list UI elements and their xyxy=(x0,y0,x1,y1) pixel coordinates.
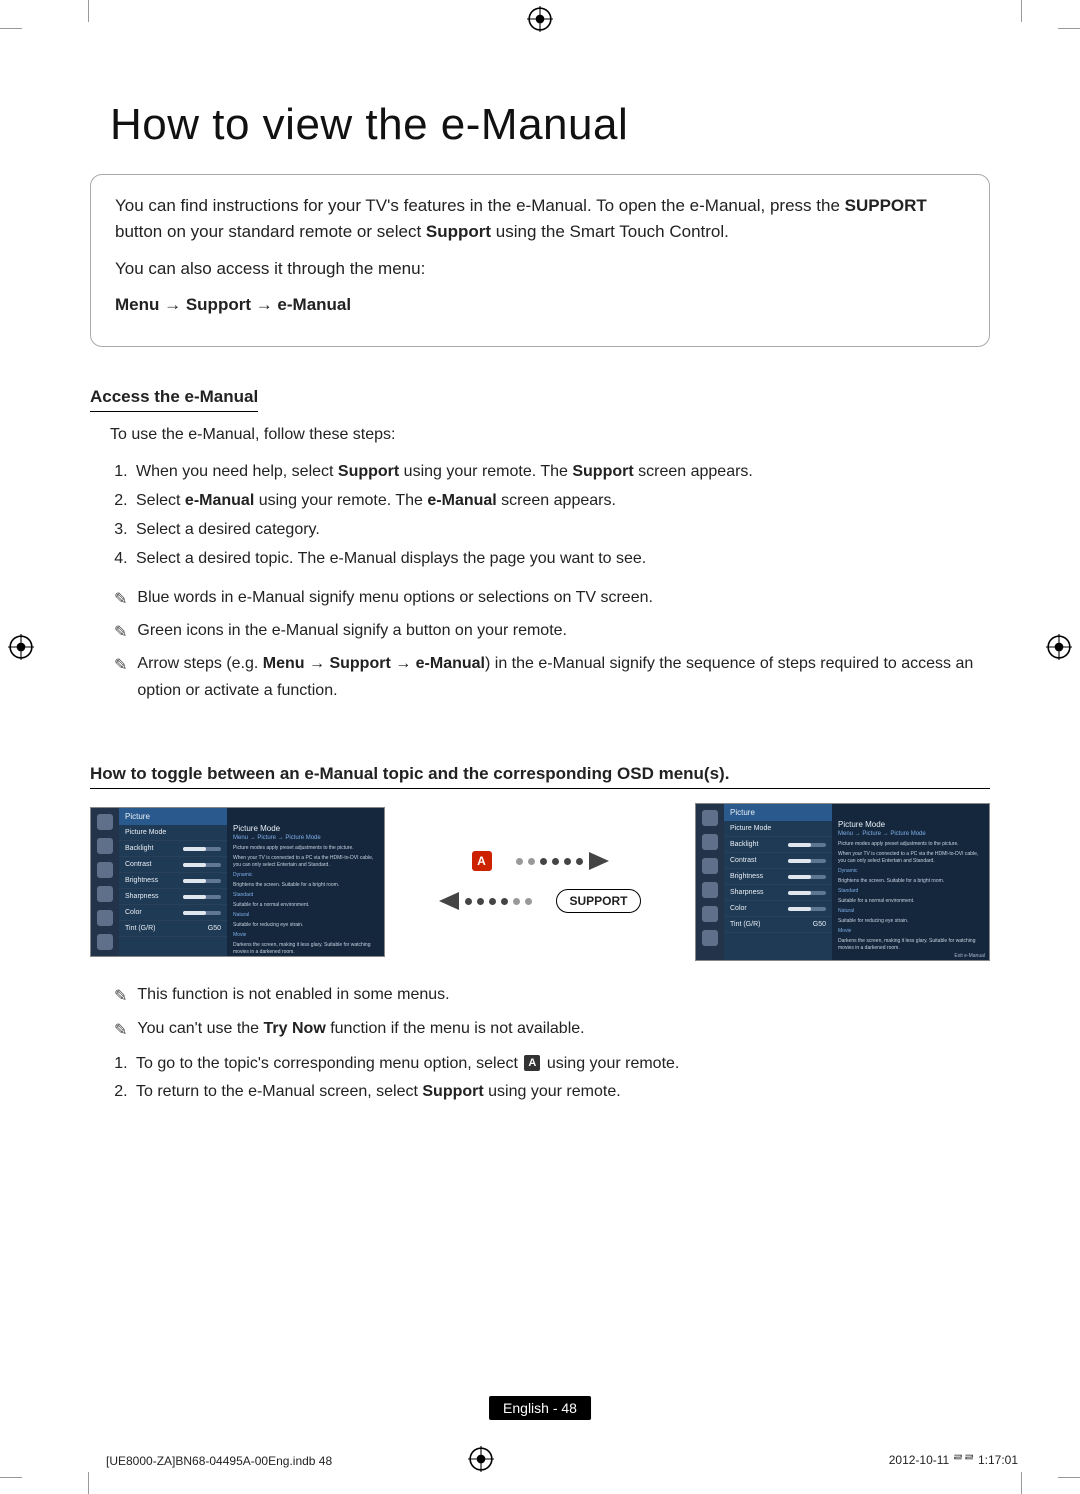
support-menu-label: Support xyxy=(426,222,491,241)
osd-illustration: Changing the Preset Picture Mode Picture… xyxy=(90,803,990,961)
note-icon: ✎ xyxy=(114,1017,127,1044)
page-title: How to view the e-Manual xyxy=(110,100,990,150)
step-item: Select e-Manual using your remote. The e… xyxy=(132,487,990,516)
osd-menu-row: Backlight xyxy=(724,837,832,853)
osd-content-crumb: Menu → Picture → Picture Mode xyxy=(233,835,378,841)
osd-content: Picture Mode Menu → Picture → Picture Mo… xyxy=(227,808,384,956)
step-item: To return to the e-Manual screen, select… xyxy=(132,1078,990,1107)
support-button-label: SUPPORT xyxy=(845,196,927,215)
osd-content: Picture Mode Menu → Picture → Picture Mo… xyxy=(832,804,989,960)
arrow-column: A SUPPORT xyxy=(425,851,655,913)
osd-menu-row: Contrast xyxy=(119,857,227,873)
footer-timestamp: 2012-10-11 ᄅᄅ 1:17:01 xyxy=(889,1451,1018,1468)
osd-menu: Picture Picture Mode Backlight Contrast … xyxy=(119,808,227,956)
a-button-icon: A xyxy=(472,851,492,871)
osd-content-title: Picture Mode xyxy=(838,820,983,829)
osd-sidebar-icons xyxy=(696,804,724,960)
network-icon xyxy=(97,862,113,878)
step-item: When you need help, select Support using… xyxy=(132,458,990,487)
note-text: You can't use the Try Now function if th… xyxy=(137,1015,990,1044)
note-text: Arrow steps (e.g. Menu → Support → e-Man… xyxy=(137,650,990,704)
page-language-badge: English - 48 xyxy=(489,1396,591,1420)
dots-icon xyxy=(465,898,532,905)
section-heading-access: Access the e-Manual xyxy=(90,387,258,412)
osd-content-crumb: Menu → Picture → Picture Mode xyxy=(838,831,983,837)
picture-icon xyxy=(97,814,113,830)
registration-mark-icon xyxy=(1046,634,1072,660)
arrow-right-icon xyxy=(589,852,609,870)
support-icon xyxy=(702,906,718,922)
osd-menu-row: Brightness xyxy=(724,869,832,885)
note-icon: ✎ xyxy=(114,652,127,704)
menu-path: Menu → Support → e-Manual xyxy=(115,292,965,318)
osd-menu-row: Tint (G/R)G50 xyxy=(119,921,227,937)
osd-menu-row: Backlight xyxy=(119,841,227,857)
note-text: Blue words in e-Manual signify menu opti… xyxy=(137,584,990,613)
support-button-pill: SUPPORT xyxy=(556,889,640,913)
osd-menu: Picture Picture Mode Backlight Contrast … xyxy=(724,804,832,960)
registration-mark-icon xyxy=(8,634,34,660)
osd-menu-header: Picture xyxy=(724,804,832,821)
dots-icon xyxy=(516,858,583,865)
section1-lead: To use the e-Manual, follow these steps: xyxy=(110,426,990,444)
osd-menu-row: Picture Mode xyxy=(724,821,832,837)
osd-menu-row: Sharpness xyxy=(724,885,832,901)
osd-menu-row: Tint (G/R)G50 xyxy=(724,917,832,933)
registration-mark-icon xyxy=(468,1446,494,1472)
arrow-left-icon xyxy=(439,892,459,910)
osd-content-title: Picture Mode xyxy=(233,824,378,833)
note-text: This function is not enabled in some men… xyxy=(137,981,990,1010)
section-heading-toggle: How to toggle between an e-Manual topic … xyxy=(90,764,990,789)
a-button-inline-icon: A xyxy=(524,1055,540,1071)
note-text: Green icons in the e-Manual signify a bu… xyxy=(137,617,990,646)
note-icon: ✎ xyxy=(114,586,127,613)
osd-menu-header: Picture xyxy=(119,808,227,825)
access-steps: When you need help, select Support using… xyxy=(110,458,990,573)
intro-text-2: You can also access it through the menu: xyxy=(115,256,965,282)
osd-left: Changing the Preset Picture Mode Picture… xyxy=(90,807,385,957)
osd-menu-row: Contrast xyxy=(724,853,832,869)
osd-menu-row: Brightness xyxy=(119,873,227,889)
network-icon xyxy=(702,858,718,874)
step-item: Select a desired topic. The e-Manual dis… xyxy=(132,545,990,574)
sound-icon xyxy=(97,838,113,854)
osd-menu-row: Color xyxy=(724,901,832,917)
registration-mark-icon xyxy=(527,6,553,32)
step-item: To go to the topic's corresponding menu … xyxy=(132,1050,990,1079)
broadcast-icon xyxy=(97,934,113,950)
osd-right: Changing the Preset Picture Mode Picture… xyxy=(695,803,990,961)
picture-icon xyxy=(702,810,718,826)
osd-menu-row: Color xyxy=(119,905,227,921)
toggle-steps: To go to the topic's corresponding menu … xyxy=(110,1050,990,1108)
osd-sidebar-icons xyxy=(91,808,119,956)
footer-filename: [UE8000-ZA]BN68-04495A-00Eng.indb 48 xyxy=(106,1454,332,1468)
sound-icon xyxy=(702,834,718,850)
broadcast-icon xyxy=(702,930,718,946)
system-icon xyxy=(702,882,718,898)
intro-box: You can find instructions for your TV's … xyxy=(90,174,990,347)
support-icon xyxy=(97,910,113,926)
intro-text: You can find instructions for your TV's … xyxy=(115,196,845,215)
note-icon: ✎ xyxy=(114,983,127,1010)
osd-menu-row: Sharpness xyxy=(119,889,227,905)
note-icon: ✎ xyxy=(114,619,127,646)
system-icon xyxy=(97,886,113,902)
step-item: Select a desired category. xyxy=(132,516,990,545)
osd-foot: Exit e-Manual xyxy=(954,953,985,959)
osd-menu-row: Picture Mode xyxy=(119,825,227,841)
